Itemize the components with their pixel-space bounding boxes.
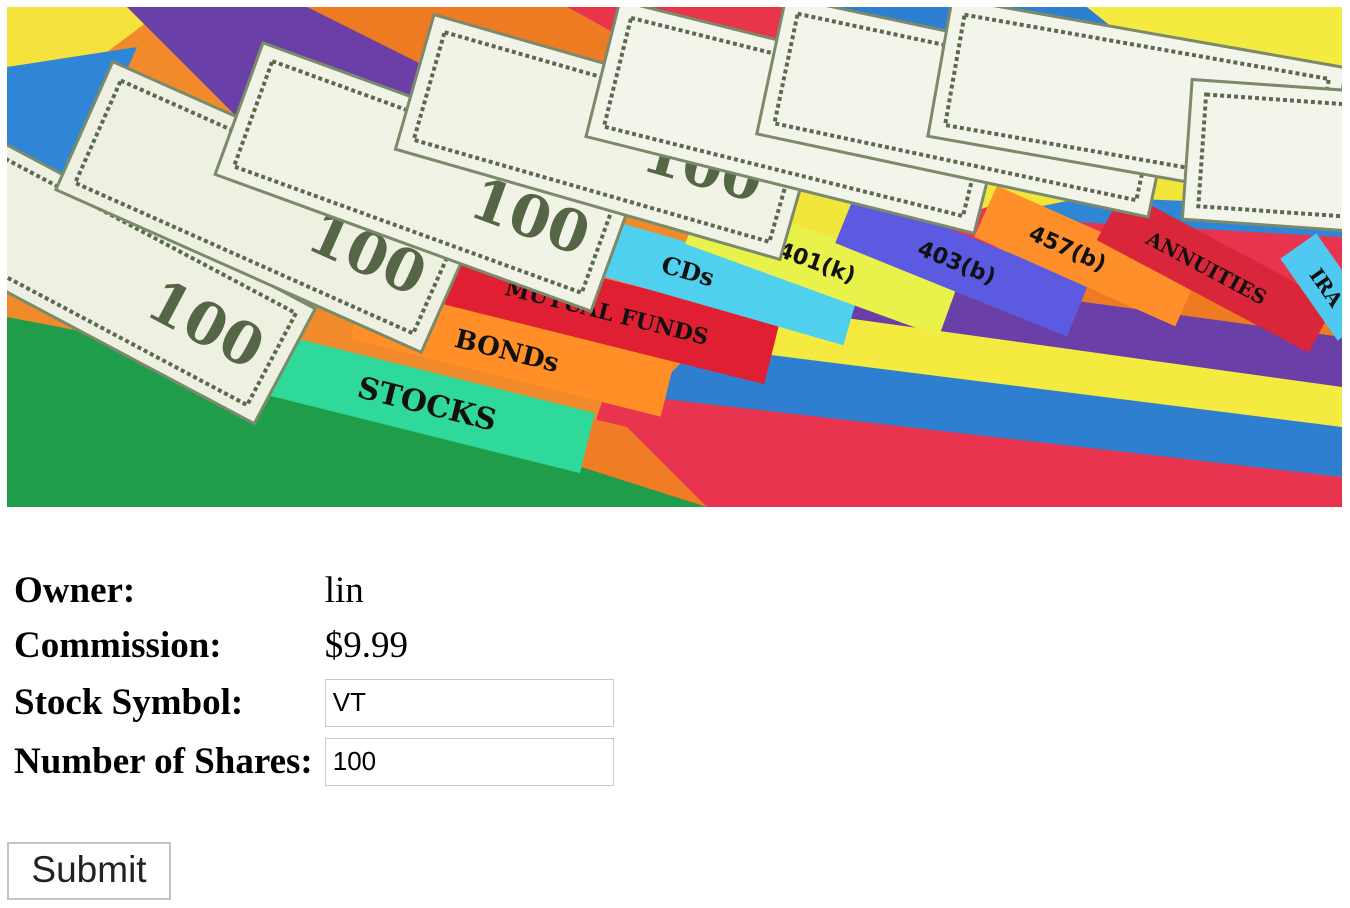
number-of-shares-label: Number of Shares:: [14, 741, 313, 782]
commission-label: Commission:: [14, 625, 222, 666]
number-of-shares-input[interactable]: [324, 737, 614, 786]
owner-label: Owner:: [14, 570, 136, 611]
owner-row: Owner: lin: [14, 563, 614, 618]
banner-image: STOCKS BONDs MUTUAL FUNDS CDs 401(k) 403…: [7, 7, 1342, 507]
investment-folders-illustration: STOCKS BONDs MUTUAL FUNDS CDs 401(k) 403…: [7, 7, 1342, 507]
stock-symbol-input[interactable]: [324, 678, 614, 727]
submit-button[interactable]: Submit: [7, 842, 171, 900]
trade-form: Owner: lin Commission: $9.99 Stock Symbo…: [8, 563, 620, 791]
symbol-row: Stock Symbol:: [14, 673, 614, 732]
commission-value: $9.99: [324, 625, 408, 666]
shares-row: Number of Shares:: [14, 732, 614, 791]
stock-symbol-label: Stock Symbol:: [14, 682, 244, 723]
owner-value: lin: [324, 570, 364, 611]
commission-row: Commission: $9.99: [14, 618, 614, 673]
